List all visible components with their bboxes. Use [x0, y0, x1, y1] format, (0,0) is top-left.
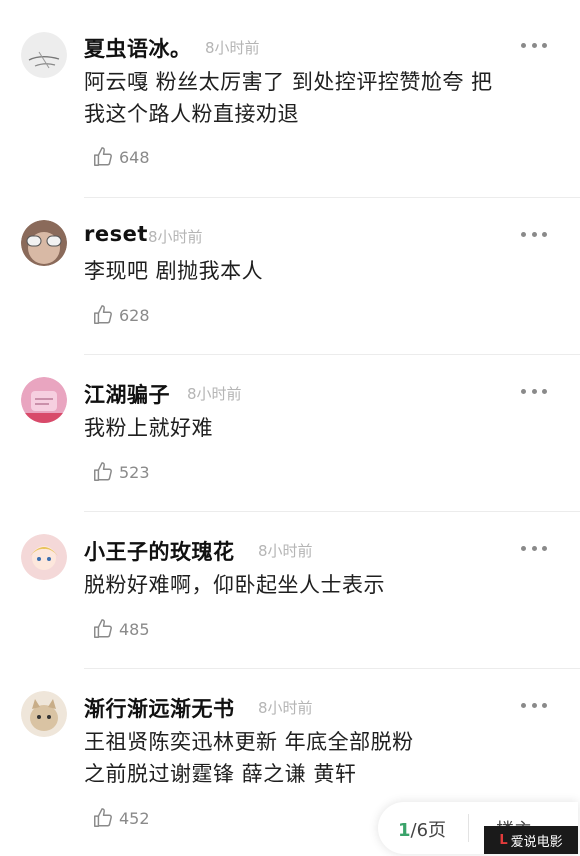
divider [84, 197, 580, 198]
more-options-icon[interactable] [521, 701, 547, 709]
like-count: 628 [119, 305, 150, 325]
comment-text: 阿云嘎 粉丝太厉害了 到处控评控赞尬夸 把 我这个路人粉直接劝退 [84, 70, 493, 126]
comment-text: 王祖贤陈奕迅林更新 年底全部脱粉 之前脱过谢霆锋 薛之谦 黄轩 [84, 730, 414, 786]
more-options-icon[interactable] [521, 387, 547, 395]
more-options-icon[interactable] [521, 230, 547, 238]
timestamp: 8小时前 [148, 228, 203, 246]
like-count: 648 [119, 147, 150, 167]
comment-text: 我粉上就好难 [84, 416, 213, 440]
comment-text: 脱粉好难啊，仰卧起坐人士表示 [84, 573, 385, 597]
like-count: 452 [119, 808, 150, 828]
avatar[interactable] [21, 220, 67, 266]
divider [84, 511, 580, 512]
more-options-icon[interactable] [521, 544, 547, 552]
avatar[interactable] [21, 691, 67, 737]
page-indicator[interactable]: 1/6页 [398, 816, 446, 842]
avatar[interactable] [21, 32, 67, 78]
like-button[interactable]: 452 [92, 807, 150, 829]
divider [84, 668, 580, 669]
timestamp: 8小时前 [187, 385, 242, 403]
like-button[interactable]: 485 [92, 618, 150, 640]
watermark-mark: L [499, 832, 508, 848]
avatar[interactable] [21, 534, 67, 580]
comment-text: 李现吧 剧抛我本人 [84, 259, 264, 283]
like-button[interactable]: 523 [92, 461, 150, 483]
watermark-text: 爱说电影 [510, 834, 563, 850]
username[interactable]: 小王子的玫瑰花 [84, 536, 235, 566]
like-count: 523 [119, 462, 150, 482]
username[interactable]: 江湖骗子 [84, 379, 170, 409]
thumbs-up-icon [94, 808, 112, 827]
thumbs-up-icon [94, 147, 112, 166]
thumbs-up-icon [94, 619, 112, 638]
username[interactable]: 渐行渐远渐无书 [84, 693, 235, 723]
like-button[interactable]: 648 [92, 146, 150, 168]
username[interactable]: reset [84, 222, 148, 246]
timestamp: 8小时前 [258, 542, 313, 560]
divider [468, 814, 469, 842]
avatar[interactable] [21, 377, 67, 423]
username[interactable]: 夏虫语冰。 [84, 33, 192, 63]
more-options-icon[interactable] [521, 41, 547, 49]
current-page: 1 [398, 820, 411, 841]
like-button[interactable]: 628 [92, 304, 150, 326]
thumbs-up-icon [94, 462, 112, 481]
page-total: /6页 [410, 820, 447, 841]
timestamp: 8小时前 [258, 699, 313, 717]
divider [84, 354, 580, 355]
thumbs-up-icon [94, 305, 112, 324]
watermark-logo: L 爱说电影 [484, 826, 578, 854]
timestamp: 8小时前 [205, 39, 260, 57]
like-count: 485 [119, 619, 150, 639]
